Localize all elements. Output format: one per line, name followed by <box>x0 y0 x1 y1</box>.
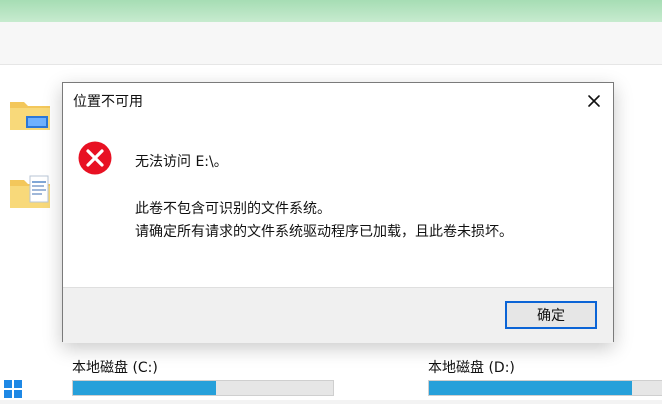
drive-usage-fill <box>73 381 216 395</box>
error-icon <box>77 140 113 176</box>
explorer-ribbon <box>0 22 662 65</box>
error-message-line: 此卷不包含可识别的文件系统。 <box>135 201 331 217</box>
close-button[interactable] <box>585 93 603 111</box>
drive-d[interactable]: 本地磁盘 (D:) <box>428 360 662 396</box>
windows-icon <box>2 378 24 400</box>
document-icon <box>8 170 52 214</box>
folder-icon <box>8 92 52 136</box>
dialog-footer: 确定 <box>63 287 613 343</box>
drive-usage-bar <box>72 380 334 396</box>
drive-usage-bar <box>428 380 662 396</box>
drive-usage-fill <box>429 381 632 395</box>
location-unavailable-dialog: 位置不可用 无法访问 E:\。 此卷不包含可识别的文件系统。 请确定所有请求的文… <box>62 82 614 343</box>
drive-label: 本地磁盘 (D:) <box>428 360 515 376</box>
drive-label: 本地磁盘 (C:) <box>72 360 158 376</box>
ok-button[interactable]: 确定 <box>505 301 597 329</box>
window-title-bar <box>0 0 662 22</box>
drive-c[interactable]: 本地磁盘 (C:) <box>72 360 334 396</box>
dialog-body: 无法访问 E:\。 此卷不包含可识别的文件系统。 请确定所有请求的文件系统驱动程… <box>63 123 613 287</box>
close-icon <box>587 93 601 112</box>
error-message-line: 无法访问 E:\。 <box>135 154 228 170</box>
error-message-line: 请确定所有请求的文件系统驱动程序已加载，且此卷未损坏。 <box>135 224 513 240</box>
dialog-title: 位置不可用 <box>73 94 143 110</box>
